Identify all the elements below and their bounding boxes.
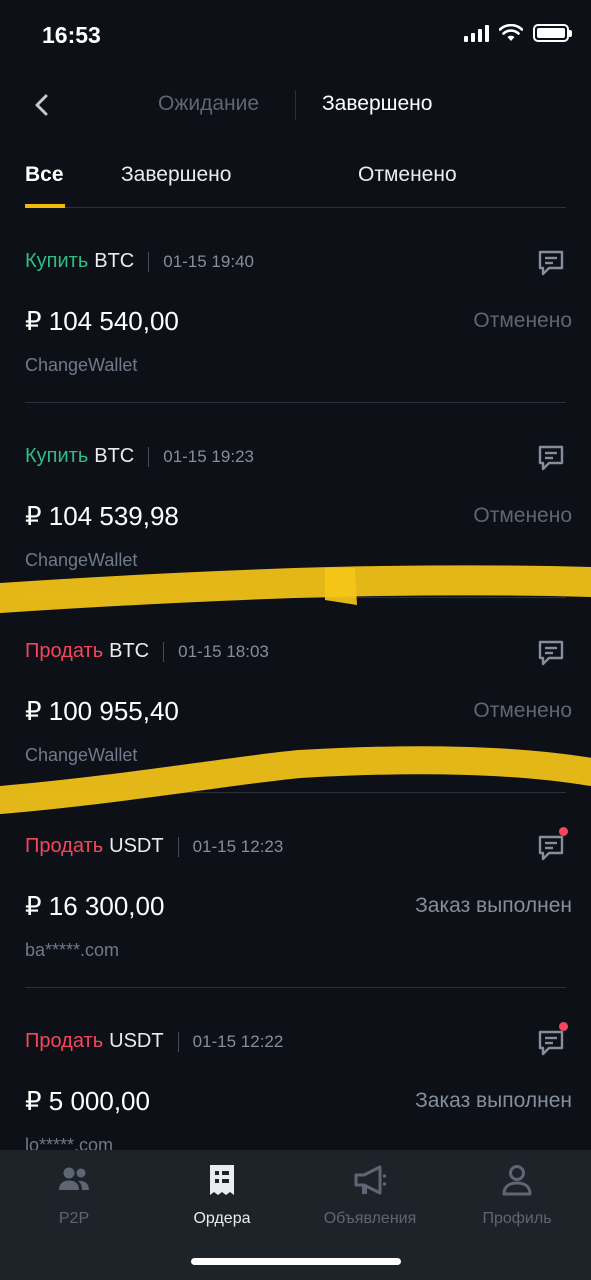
order-time: 01-15 18:03 <box>178 641 269 661</box>
order-amount: ₽ 104 539,98 <box>25 501 179 531</box>
order-amount: ₽ 16 300,00 <box>25 891 165 921</box>
nav-label: Объявления <box>323 1210 417 1227</box>
order-status: Отменено <box>473 699 572 722</box>
order-side: Продать <box>25 1030 104 1052</box>
order-amount: ₽ 5 000,00 <box>25 1086 150 1116</box>
receipt-icon <box>210 1165 234 1195</box>
order-header: Продать BTC 01-15 18:03 <box>25 640 269 663</box>
status-time: 16:53 <box>42 22 101 48</box>
order-item[interactable]: Купить BTC 01-15 19:23 ₽ 104 539,98 Отме… <box>25 403 572 598</box>
order-status: Заказ выполнен <box>415 894 572 917</box>
order-status: Заказ выполнен <box>415 1089 572 1112</box>
order-header: Купить BTC 01-15 19:23 <box>25 445 254 468</box>
order-asset: BTC <box>94 445 135 467</box>
tab-completed[interactable]: Завершено <box>322 92 432 116</box>
header-separator <box>177 836 179 857</box>
filter-tabs: Все Завершено Отменено <box>25 158 566 208</box>
order-counterparty: ChangeWallet <box>25 550 138 570</box>
order-side: Продать <box>25 835 104 857</box>
header-separator <box>177 1031 179 1052</box>
orders-list[interactable]: Купить BTC 01-15 19:40 ₽ 104 540,00 Отме… <box>0 208 591 1150</box>
megaphone-icon <box>354 1165 386 1195</box>
order-side: Купить <box>25 445 89 467</box>
order-counterparty: ba*****.com <box>25 940 120 960</box>
tab-pending[interactable]: Ожидание <box>158 92 259 116</box>
order-header: Продать USDT 01-15 12:23 <box>25 835 283 858</box>
chat-icon <box>538 1030 564 1056</box>
nav-profile[interactable]: Профиль <box>443 1162 591 1242</box>
order-item[interactable]: Продать BTC 01-15 18:03 ₽ 100 955,40 Отм… <box>25 598 572 793</box>
top-nav: Ожидание Завершено <box>0 78 591 134</box>
filter-tab-cancelled[interactable]: Отменено <box>358 163 457 187</box>
header-separator <box>163 641 165 662</box>
nav-label: P2P <box>58 1210 90 1227</box>
nav-orders[interactable]: Ордера <box>148 1162 296 1242</box>
tab-divider <box>295 90 296 120</box>
status-bar: 16:53 <box>0 0 591 72</box>
chat-button[interactable] <box>536 827 568 863</box>
profile-icon <box>502 1165 532 1196</box>
users-icon <box>59 1167 89 1190</box>
order-amount: ₽ 104 540,00 <box>25 306 179 336</box>
order-counterparty: lo*****.com <box>25 1135 114 1150</box>
order-time: 01-15 12:23 <box>192 836 284 856</box>
nav-label: Профиль <box>482 1210 552 1227</box>
nav-p2p[interactable]: P2P <box>0 1162 148 1242</box>
order-asset: BTC <box>109 640 150 662</box>
nav-ads[interactable]: Объявления <box>296 1162 444 1242</box>
order-counterparty: ChangeWallet <box>25 355 138 375</box>
chat-button[interactable] <box>536 1022 568 1058</box>
home-indicator <box>191 1258 401 1265</box>
battery-icon <box>533 24 572 42</box>
filter-tab-all[interactable]: Все <box>25 163 64 187</box>
order-asset: USDT <box>109 835 164 857</box>
order-time: 01-15 12:22 <box>192 1031 284 1051</box>
order-item[interactable]: Продать USDT 01-15 12:22 ₽ 5 000,00 Зака… <box>25 988 572 1150</box>
status-icons <box>464 24 572 42</box>
chat-icon[interactable] <box>536 248 566 278</box>
header-separator <box>148 446 150 467</box>
order-side: Купить <box>25 250 89 272</box>
order-header: Продать USDT 01-15 12:22 <box>25 1030 283 1053</box>
order-item[interactable]: Купить BTC 01-15 19:40 ₽ 104 540,00 Отме… <box>25 208 572 403</box>
wifi-icon <box>499 24 523 41</box>
filter-tab-completed[interactable]: Завершено <box>121 163 231 187</box>
order-header: Купить BTC 01-15 19:40 <box>25 250 254 273</box>
order-amount: ₽ 100 955,40 <box>25 696 179 726</box>
order-side: Продать <box>25 640 104 662</box>
chat-icon[interactable] <box>536 443 566 473</box>
nav-label: Ордера <box>193 1210 251 1227</box>
order-asset: BTC <box>94 250 135 272</box>
header-separator <box>148 251 150 272</box>
chat-icon <box>538 835 564 861</box>
order-asset: USDT <box>109 1030 164 1052</box>
chat-icon[interactable] <box>536 638 566 668</box>
unread-dot <box>559 1022 568 1031</box>
back-chevron-icon[interactable] <box>26 88 56 122</box>
order-item[interactable]: Продать USDT 01-15 12:23 ₽ 16 300,00 Зак… <box>25 793 572 988</box>
order-status: Отменено <box>473 504 572 527</box>
unread-dot <box>559 827 568 836</box>
cellular-signal-icon <box>464 24 489 42</box>
order-time: 01-15 19:23 <box>163 446 254 466</box>
order-counterparty: ChangeWallet <box>25 745 138 765</box>
order-status: Отменено <box>473 309 572 332</box>
order-time: 01-15 19:40 <box>163 251 254 271</box>
